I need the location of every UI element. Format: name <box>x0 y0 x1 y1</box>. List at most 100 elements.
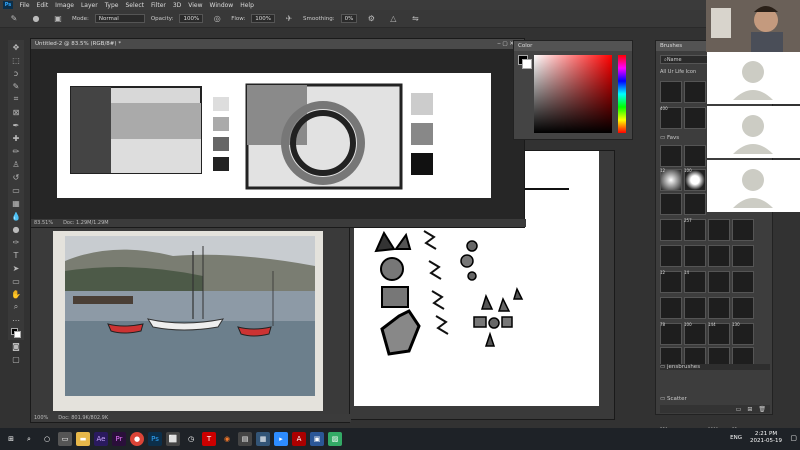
brush-tool-preset-icon[interactable]: ✎ <box>8 13 20 25</box>
brush-preset[interactable] <box>732 219 754 241</box>
lasso-tool-icon[interactable]: ↄ <box>10 67 22 79</box>
document-tab[interactable]: Untitled-2 @ 83.5% (RGB/8#) * ‒ ▢ ✕ <box>31 39 524 49</box>
airbrush-icon[interactable]: ✈ <box>283 13 295 25</box>
healing-tool-icon[interactable]: ✚ <box>10 132 22 144</box>
chrome-icon[interactable]: ● <box>130 432 144 446</box>
menu-layer[interactable]: Layer <box>77 2 101 9</box>
angle-icon[interactable]: △ <box>387 13 399 25</box>
mode-select[interactable]: Normal <box>94 14 145 23</box>
search-icon[interactable]: ⌕ <box>22 432 36 446</box>
zoom-app-icon[interactable]: ▸ <box>274 432 288 446</box>
color-panel-tab[interactable]: Color <box>514 41 632 51</box>
opacity-field[interactable]: 100% <box>179 14 204 23</box>
brush-preset[interactable] <box>684 145 706 167</box>
brush-preset[interactable] <box>660 219 682 241</box>
menu-view[interactable]: View <box>185 2 206 9</box>
window-controls[interactable]: ‒ ▢ ✕ <box>497 41 514 47</box>
brush-preset[interactable] <box>684 245 706 267</box>
symmetry-icon[interactable]: ⇋ <box>409 13 421 25</box>
crop-tool-icon[interactable]: ⌗ <box>10 93 22 105</box>
app-icon[interactable]: ▨ <box>328 432 342 446</box>
screen-mode-icon[interactable]: ▢ <box>10 353 22 365</box>
eraser-tool-icon[interactable]: ▭ <box>10 184 22 196</box>
zoom-tool-icon[interactable]: ⌕ <box>10 301 22 313</box>
menu-filter[interactable]: Filter <box>148 2 170 9</box>
brush-preset[interactable] <box>660 145 682 167</box>
brush-preset[interactable] <box>732 297 754 319</box>
brush-preset[interactable] <box>684 297 706 319</box>
brush-preset[interactable] <box>660 193 682 215</box>
brush-preset[interactable] <box>708 297 730 319</box>
dodge-tool-icon[interactable]: ● <box>10 223 22 235</box>
brush-preset[interactable] <box>660 81 682 103</box>
more-tools-icon[interactable]: ⋯ <box>10 314 22 326</box>
menu-select[interactable]: Select <box>122 2 148 9</box>
untitled-zoom-level[interactable]: 83.51% <box>34 220 53 226</box>
pen-tool-icon[interactable]: ✑ <box>10 236 22 248</box>
new-group-icon[interactable]: ▭ <box>736 406 742 413</box>
task-view-icon[interactable]: ○ <box>40 432 54 446</box>
taskbar-clock[interactable]: 2:21 PM 2021-05-19 <box>750 431 782 445</box>
path-select-tool-icon[interactable]: ➤ <box>10 262 22 274</box>
app-icon[interactable]: ⬜ <box>166 432 180 446</box>
photoshop-logo-icon[interactable]: Ps <box>3 1 13 9</box>
quick-select-tool-icon[interactable]: ✎ <box>10 80 22 92</box>
windows-start-icon[interactable]: ⊞ <box>4 432 18 446</box>
menu-help[interactable]: Help <box>237 2 258 9</box>
notifications-icon[interactable]: ▢ <box>790 434 797 442</box>
brushes-top-group[interactable]: All Ur Life Icon <box>660 69 710 75</box>
brush-preset[interactable] <box>660 245 682 267</box>
smoothing-settings-icon[interactable]: ⚙ <box>365 13 377 25</box>
color-swatches-icon[interactable] <box>10 327 22 339</box>
move-tool-icon[interactable]: ✥ <box>10 41 22 53</box>
app-icon[interactable]: ▦ <box>256 432 270 446</box>
blur-tool-icon[interactable]: 💧 <box>10 210 22 222</box>
app-icon[interactable]: T <box>202 432 216 446</box>
marquee-tool-icon[interactable]: ⬚ <box>10 54 22 66</box>
menu-type[interactable]: Type <box>101 2 122 9</box>
brush-preset[interactable] <box>684 81 706 103</box>
brush-tool-icon[interactable]: ✏ <box>10 145 22 157</box>
untitled-canvas[interactable] <box>57 73 491 198</box>
brush-group-scatter[interactable]: ▭ Scatter <box>660 396 687 402</box>
photoshop-taskbar-icon[interactable]: Ps <box>148 432 162 446</box>
frame-tool-icon[interactable]: ⊠ <box>10 106 22 118</box>
acrobat-icon[interactable]: A <box>292 432 306 446</box>
new-brush-icon[interactable]: ⊞ <box>747 406 752 413</box>
delete-brush-icon[interactable]: 🗑 <box>758 406 766 413</box>
menu-window[interactable]: Window <box>206 2 237 9</box>
color-picker-field[interactable] <box>534 55 612 133</box>
blender-icon[interactable]: ◉ <box>220 432 234 446</box>
stamp-tool-icon[interactable]: ♙ <box>10 158 22 170</box>
history-brush-tool-icon[interactable]: ↺ <box>10 171 22 183</box>
harbor-zoom-level[interactable]: 100% <box>34 415 48 421</box>
brush-preset[interactable] <box>708 271 730 293</box>
type-tool-icon[interactable]: T <box>10 249 22 261</box>
menu-3d[interactable]: 3D <box>169 2 184 9</box>
brush-group-favs[interactable]: ▭ Favs <box>660 135 679 141</box>
gradient-tool-icon[interactable]: ▦ <box>10 197 22 209</box>
after-effects-icon[interactable]: Ae <box>94 432 108 446</box>
hand-tool-icon[interactable]: ✋ <box>10 288 22 300</box>
eyedropper-tool-icon[interactable]: ✒ <box>10 119 22 131</box>
brush-preset[interactable] <box>708 219 730 241</box>
brush-preset[interactable] <box>708 245 730 267</box>
hue-slider[interactable] <box>618 55 626 133</box>
brush-settings-icon[interactable]: ▣ <box>52 13 64 25</box>
quick-mask-icon[interactable]: ◙ <box>10 340 22 352</box>
app-icon[interactable]: ▣ <box>310 432 324 446</box>
smoothing-field[interactable]: 0% <box>340 14 358 23</box>
files-icon[interactable]: ▭ <box>58 432 72 446</box>
language-indicator[interactable]: ENG <box>730 435 742 441</box>
flow-field[interactable]: 100% <box>251 14 276 23</box>
shape-tool-icon[interactable]: ▭ <box>10 275 22 287</box>
brush-preset[interactable] <box>684 193 706 215</box>
brush-preset[interactable] <box>732 245 754 267</box>
app-icon[interactable]: ▤ <box>238 432 252 446</box>
menu-image[interactable]: Image <box>52 2 78 9</box>
pressure-opacity-icon[interactable]: ◎ <box>211 13 223 25</box>
file-explorer-icon[interactable]: ▬ <box>76 432 90 446</box>
brush-preset[interactable] <box>732 271 754 293</box>
menu-file[interactable]: File <box>16 2 33 9</box>
brush-preset[interactable] <box>660 297 682 319</box>
